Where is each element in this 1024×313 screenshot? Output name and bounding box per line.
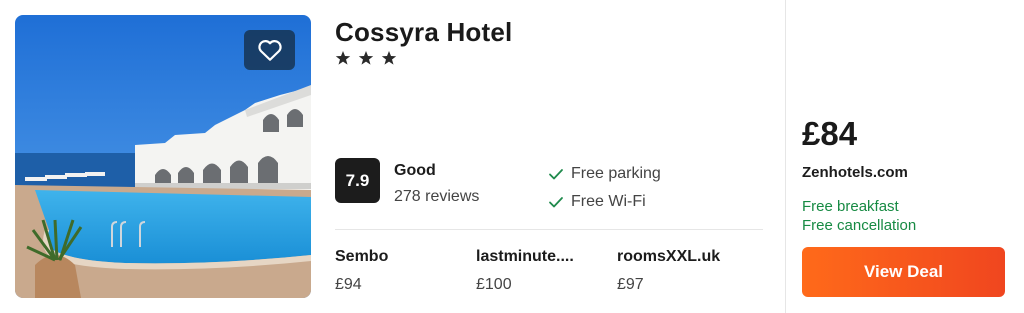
star-icon [335,51,351,65]
hotel-result-card: Cossyra Hotel 7.9 Good 278 reviews Free … [0,0,1024,313]
hotel-name[interactable]: Cossyra Hotel [335,17,512,48]
provider-offer-lastminute[interactable]: lastminute.... £100 [476,248,574,294]
provider-price: £97 [617,276,644,293]
provider-name: Sembo [335,248,389,265]
divider [335,229,763,230]
score-badge: 7.9 [335,158,380,203]
favorite-button[interactable] [244,30,295,70]
hotel-photo[interactable] [15,15,311,298]
check-icon [549,197,563,208]
star-rating [335,50,397,66]
rating-label: Good [394,162,436,179]
amenity-free-parking: Free parking [548,165,661,183]
deal-perk-cancellation: Free cancellation [802,217,917,234]
amenity-label: Free Wi-Fi [571,193,646,210]
star-icon [358,51,374,65]
review-count[interactable]: 278 reviews [394,188,479,206]
amenity-free-wifi: Free Wi-Fi [548,193,646,211]
provider-offer-roomsxxl[interactable]: roomsXXL.uk £97 [617,248,720,294]
view-deal-button[interactable]: View Deal [802,247,1005,297]
amenity-label: Free parking [571,165,661,182]
provider-price: £94 [335,276,362,293]
column-divider [785,0,786,313]
provider-price: £100 [476,276,512,293]
provider-offer-sembo[interactable]: Sembo £94 [335,248,388,294]
deal-site-name: Zenhotels.com [802,164,908,181]
deal-price: £84 [802,115,858,152]
deal-perk-breakfast: Free breakfast [802,198,899,215]
check-icon [549,169,563,180]
provider-name: lastminute.... [476,248,574,265]
heart-outline-icon [257,40,282,61]
provider-name: roomsXXL.uk [617,248,721,265]
star-icon [381,51,397,65]
